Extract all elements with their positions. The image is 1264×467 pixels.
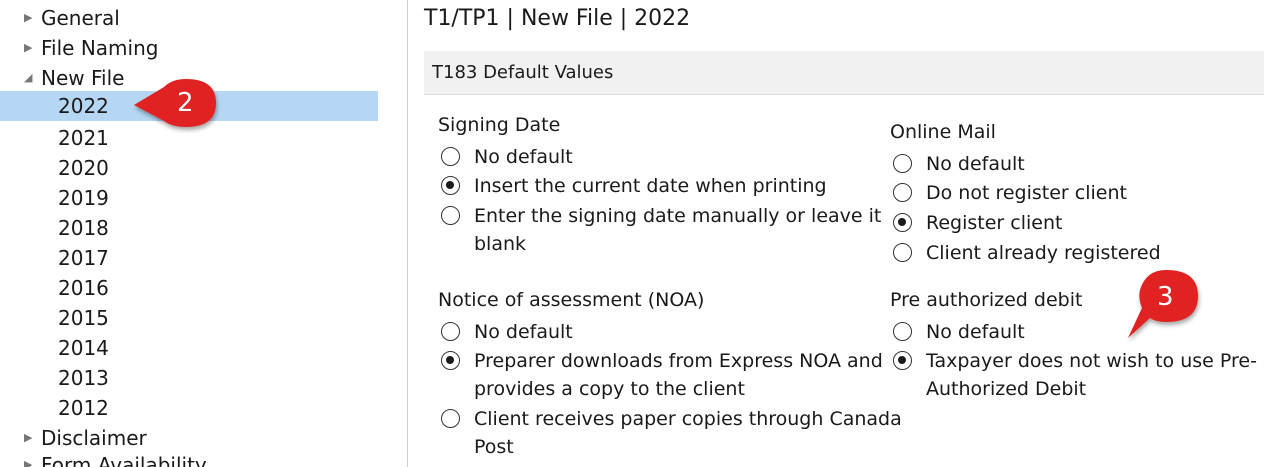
option-label-line1: Enter the signing date manually or leave…: [474, 205, 882, 227]
radio-button-checked[interactable]: [441, 351, 460, 370]
tree-item-file-naming[interactable]: ▶ File Naming: [0, 33, 158, 63]
tree-item-label: Form Availability: [41, 453, 207, 467]
pad-option-does-not-wish[interactable]: Taxpayer does not wish to use Pre- Autho…: [893, 347, 1257, 403]
option-label: Client receives paper copies through Can…: [474, 405, 902, 461]
callout-bubble-icon: [134, 79, 216, 127]
tree-item-2014[interactable]: 2014: [0, 333, 109, 363]
signing-date-option-no-default[interactable]: No default: [441, 143, 573, 171]
noa-option-paper-copies[interactable]: Client receives paper copies through Can…: [441, 405, 902, 461]
radio-button[interactable]: [441, 322, 460, 341]
tree-item-2013[interactable]: 2013: [0, 363, 109, 393]
signing-date-title: Signing Date: [438, 114, 561, 136]
noa-title: Notice of assessment (NOA): [438, 289, 705, 311]
tree-item-label: 2021: [58, 126, 109, 150]
option-label-line1: Taxpayer does not wish to use Pre-: [926, 350, 1257, 372]
option-label-line1: Preparer downloads from Express NOA and: [474, 350, 883, 372]
tree-item-disclaimer[interactable]: ▶ Disclaimer: [0, 423, 147, 453]
option-label: No default: [926, 153, 1025, 175]
settings-panel: T1/TP1 | New File | 2022 T183 Default Va…: [409, 0, 1264, 467]
option-label: Do not register client: [926, 182, 1127, 204]
tree-item-label: 2016: [58, 276, 109, 300]
expanded-arrow-icon[interactable]: ◢: [24, 63, 38, 93]
tree-item-label: 2014: [58, 336, 109, 360]
option-label-line2: blank: [474, 233, 527, 255]
radio-button-checked[interactable]: [893, 213, 912, 232]
option-label: No default: [926, 321, 1025, 343]
tree-item-general[interactable]: ▶ General: [0, 3, 120, 33]
option-label: Preparer downloads from Express NOA and …: [474, 347, 883, 403]
radio-button[interactable]: [441, 409, 460, 428]
tree-item-label: File Naming: [41, 36, 159, 60]
option-label: No default: [474, 146, 573, 168]
collapsed-arrow-icon[interactable]: ▶: [24, 450, 38, 467]
option-label-line1: Client receives paper copies through Can…: [474, 408, 902, 430]
option-label: Register client: [926, 212, 1063, 234]
option-label: Enter the signing date manually or leave…: [474, 202, 881, 258]
callout-number: 3: [1157, 282, 1174, 312]
radio-button[interactable]: [441, 147, 460, 166]
collapsed-arrow-icon[interactable]: ▶: [24, 423, 38, 453]
signing-date-option-insert-current[interactable]: Insert the current date when printing: [441, 172, 827, 200]
pad-title: Pre authorized debit: [890, 289, 1083, 311]
online-mail-option-do-not-register[interactable]: Do not register client: [893, 179, 1127, 207]
option-label-line2: Authorized Debit: [926, 378, 1087, 400]
page-title: T1/TP1 | New File | 2022: [424, 6, 691, 31]
radio-button-checked[interactable]: [893, 351, 912, 370]
option-label: No default: [474, 321, 573, 343]
callout-number: 2: [177, 88, 194, 118]
radio-button[interactable]: [893, 154, 912, 173]
tree-item-label: New File: [41, 66, 125, 90]
option-label: Client already registered: [926, 242, 1161, 264]
callout-3: 3: [1120, 268, 1205, 344]
tree-item-new-file[interactable]: ◢ New File: [0, 63, 124, 93]
radio-button[interactable]: [893, 183, 912, 202]
signing-date-option-manual[interactable]: Enter the signing date manually or leave…: [441, 202, 881, 258]
tree-item-2016[interactable]: 2016: [0, 273, 109, 303]
tree-item-label: Disclaimer: [41, 426, 147, 450]
tree-item-2020[interactable]: 2020: [0, 153, 109, 183]
online-mail-title: Online Mail: [890, 121, 996, 143]
option-label: Taxpayer does not wish to use Pre- Autho…: [926, 347, 1257, 403]
tree-item-form-availability[interactable]: ▶ Form Availability: [0, 450, 207, 467]
collapsed-arrow-icon[interactable]: ▶: [24, 3, 38, 33]
tree-item-2019[interactable]: 2019: [0, 183, 109, 213]
tree-item-label: 2019: [58, 186, 109, 210]
radio-button[interactable]: [441, 206, 460, 225]
tree-item-label: 2013: [58, 366, 109, 390]
radio-button-checked[interactable]: [441, 176, 460, 195]
tree-item-label: General: [41, 6, 120, 30]
pad-option-no-default[interactable]: No default: [893, 318, 1025, 346]
tree-item-label: 2015: [58, 306, 109, 330]
tree-item-label: 2017: [58, 246, 109, 270]
radio-button[interactable]: [893, 322, 912, 341]
collapsed-arrow-icon[interactable]: ▶: [24, 33, 38, 63]
callout-2: 2: [128, 73, 223, 137]
option-label-line2: Post: [474, 436, 514, 458]
settings-tree: ▶ General ▶ File Naming ◢ New File 2022 …: [0, 0, 408, 467]
online-mail-option-already-registered[interactable]: Client already registered: [893, 239, 1161, 267]
tree-item-label: 2022: [58, 94, 109, 118]
noa-option-no-default[interactable]: No default: [441, 318, 573, 346]
noa-option-express-noa[interactable]: Preparer downloads from Express NOA and …: [441, 347, 883, 403]
tree-item-2021[interactable]: 2021: [0, 123, 109, 153]
online-mail-option-register[interactable]: Register client: [893, 209, 1062, 237]
tree-item-2018[interactable]: 2018: [0, 213, 109, 243]
tree-item-label: 2020: [58, 156, 109, 180]
tree-item-2015[interactable]: 2015: [0, 303, 109, 333]
online-mail-option-no-default[interactable]: No default: [893, 150, 1025, 178]
section-header: T183 Default Values: [424, 51, 1264, 95]
tree-item-2012[interactable]: 2012: [0, 393, 109, 423]
option-label: Insert the current date when printing: [474, 175, 827, 197]
radio-button[interactable]: [893, 243, 912, 262]
option-label-line2: provides a copy to the client: [474, 378, 745, 400]
tree-item-label: 2012: [58, 396, 109, 420]
tree-item-2017[interactable]: 2017: [0, 243, 109, 273]
tree-item-label: 2018: [58, 216, 109, 240]
